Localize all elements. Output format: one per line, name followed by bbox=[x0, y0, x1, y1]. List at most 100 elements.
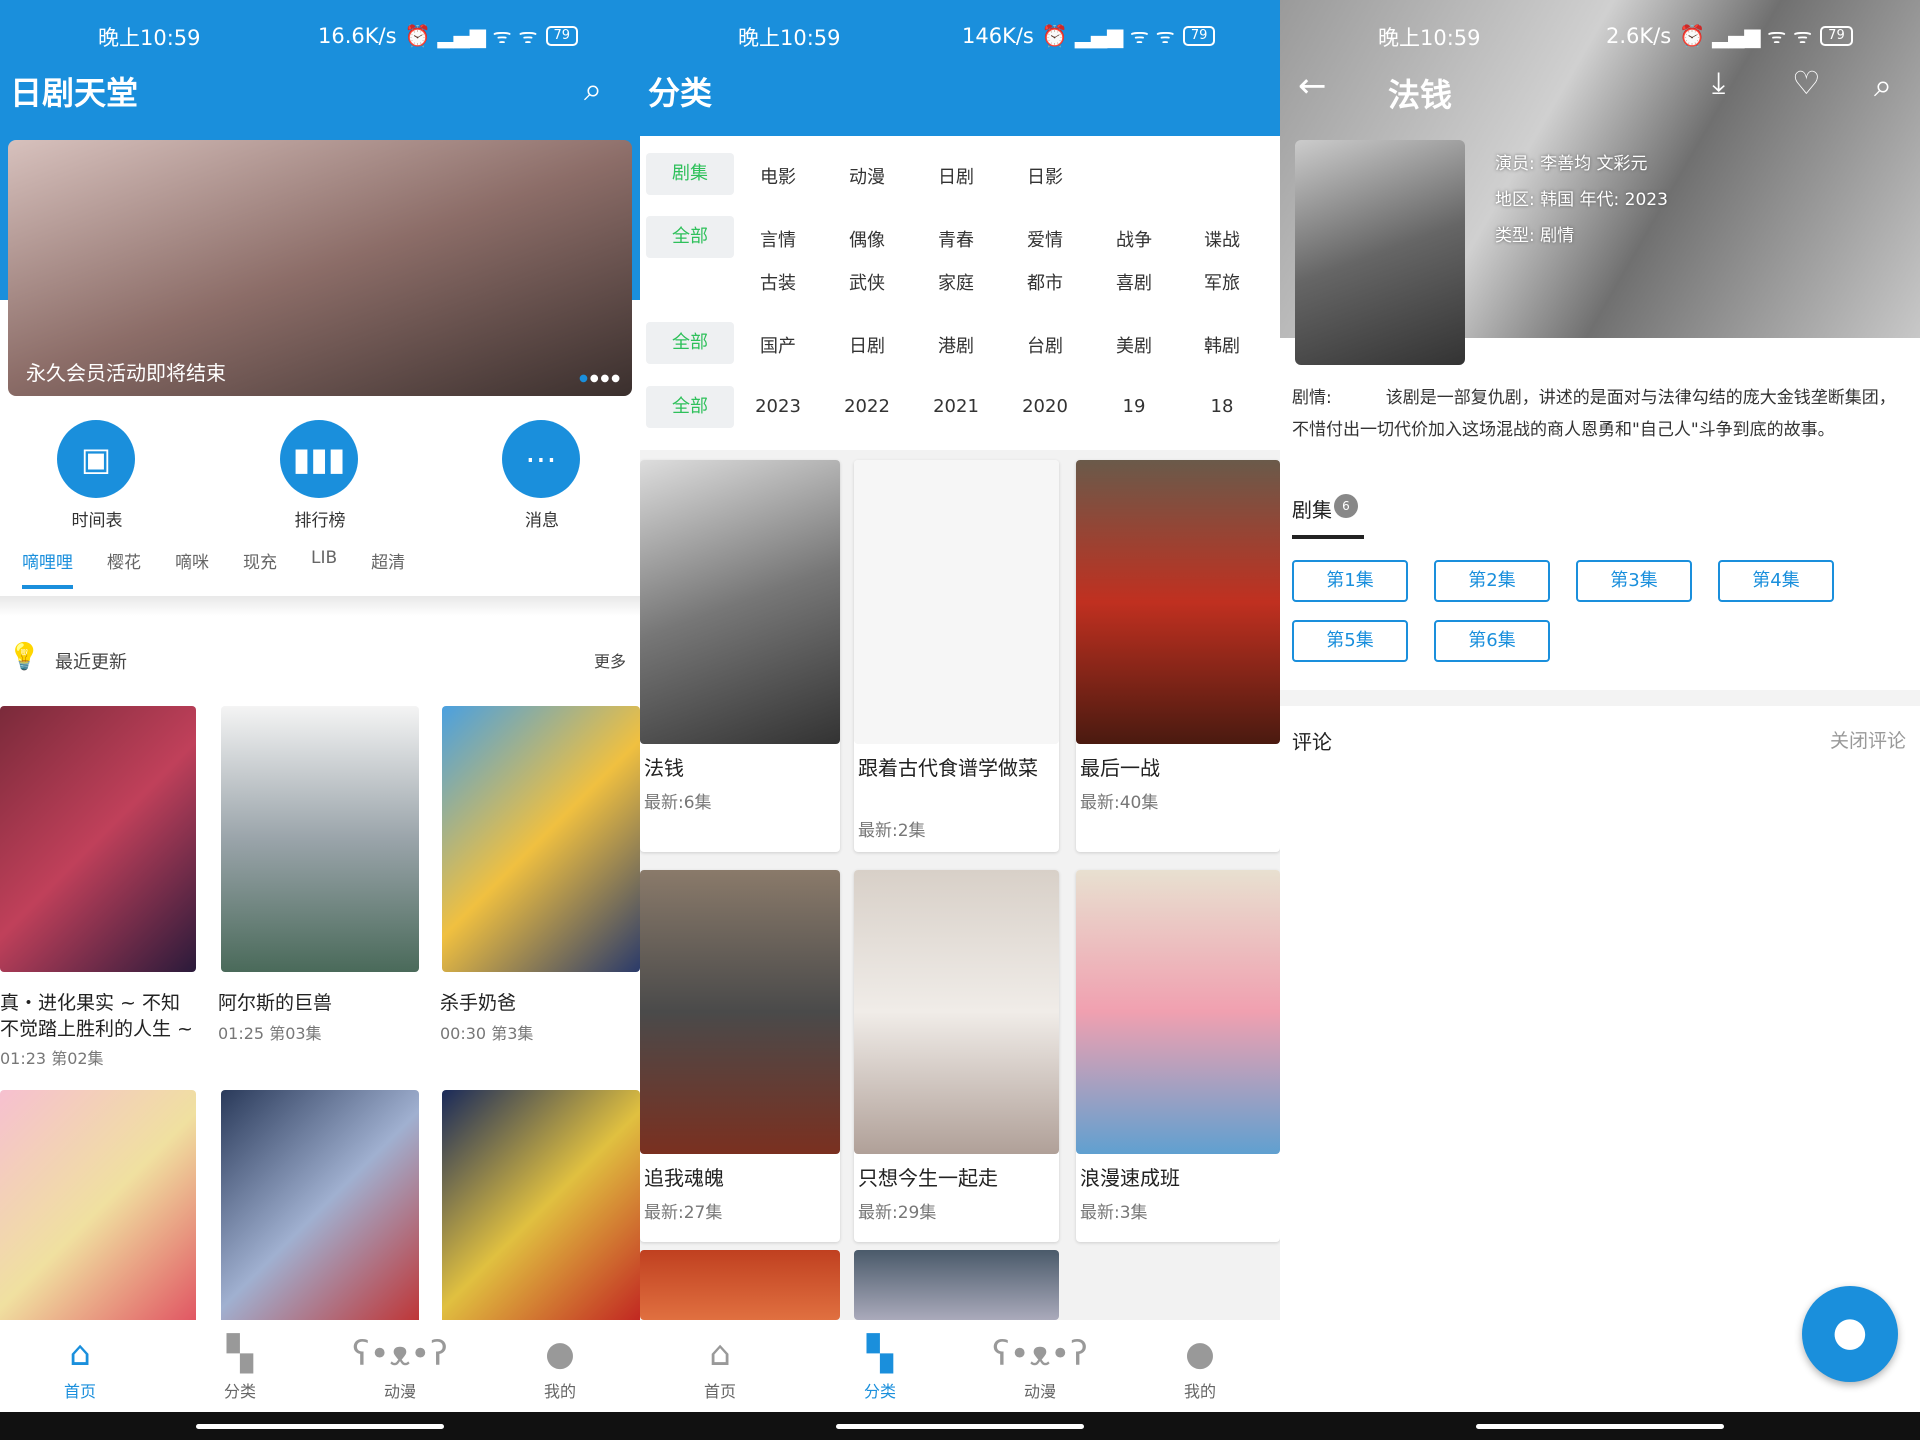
filter-chip[interactable]: 日影 bbox=[1001, 163, 1089, 189]
poster-image[interactable] bbox=[640, 1250, 840, 1320]
banner-carousel[interactable]: 永久会员活动即将结束 ●●●● bbox=[8, 140, 632, 396]
filter-chip[interactable]: 喜剧 bbox=[1090, 269, 1178, 295]
filter-chip[interactable]: 武侠 bbox=[823, 269, 911, 295]
user-icon: ● bbox=[545, 1334, 575, 1374]
item-sub: 最新:40集 bbox=[1080, 793, 1159, 813]
shortcut-messages[interactable]: ⋯ 消息 bbox=[502, 420, 582, 531]
filter-chip[interactable]: 韩剧 bbox=[1178, 332, 1266, 358]
poster-image[interactable] bbox=[221, 1090, 419, 1330]
filter-chip[interactable]: 古装 bbox=[734, 269, 822, 295]
download-icon[interactable]: ⤓ bbox=[1712, 66, 1725, 101]
filter-chip[interactable]: 动漫 bbox=[823, 163, 911, 189]
nav-mine[interactable]: ● 我的 bbox=[1120, 1320, 1280, 1412]
episode-button[interactable]: 第1集 bbox=[1292, 560, 1408, 602]
media-card[interactable]: 法钱最新:6集 bbox=[640, 460, 840, 852]
filter-chip[interactable]: 全部 bbox=[646, 322, 734, 364]
item-title[interactable]: 杀手奶爸 bbox=[440, 990, 516, 1016]
app-title: 日剧天堂 bbox=[10, 74, 139, 112]
signal-icons: ⏰ ▂▄▆ ᯤ ᯤ bbox=[1679, 24, 1813, 48]
filter-chip[interactable]: 港剧 bbox=[912, 332, 1000, 358]
filter-chip[interactable]: 2020 bbox=[1001, 396, 1089, 417]
filter-chip[interactable]: 战争 bbox=[1090, 226, 1178, 252]
filter-chip[interactable]: 18 bbox=[1178, 396, 1266, 417]
filter-chip[interactable]: 2022 bbox=[823, 396, 911, 417]
filter-chip[interactable]: 爱情 bbox=[1001, 226, 1089, 252]
episode-button[interactable]: 第3集 bbox=[1576, 560, 1692, 602]
search-icon[interactable]: ⌕ bbox=[584, 70, 602, 109]
filter-panel: 剧集 电影 动漫 日剧 日影 全部 言情 偶像 青春 爱情 战争 谍战 古装 武侠 家庭 都市 喜剧 军旅 全部 国产… bbox=[640, 136, 1280, 450]
close-comments-button[interactable]: 关闭评论 bbox=[1830, 726, 1906, 753]
poster-image[interactable] bbox=[442, 1090, 640, 1330]
tab-dimi[interactable]: 嘀咪 bbox=[175, 548, 209, 589]
shortcut-ranking[interactable]: ▮▮▮ 排行榜 bbox=[280, 420, 360, 531]
shortcut-label: 时间表 bbox=[71, 511, 123, 531]
filter-chip[interactable]: 家庭 bbox=[912, 269, 1000, 295]
filter-chip[interactable]: 谍战 bbox=[1178, 226, 1266, 252]
item-title: 最后一战 bbox=[1080, 756, 1160, 780]
tab-yinghua[interactable]: 樱花 bbox=[107, 548, 141, 589]
filter-chip[interactable]: 剧集 bbox=[646, 153, 734, 195]
tab-lib[interactable]: LIB bbox=[311, 548, 337, 589]
nav-category[interactable]: ▚ 分类 bbox=[160, 1320, 320, 1412]
media-card[interactable]: 追我魂魄 最新:27集 bbox=[640, 870, 840, 1242]
filter-chip[interactable]: 偶像 bbox=[823, 226, 911, 252]
episode-button[interactable]: 第6集 bbox=[1434, 620, 1550, 662]
more-link[interactable]: 更多 bbox=[594, 648, 626, 672]
back-arrow-icon[interactable]: ← bbox=[1298, 66, 1327, 106]
nav-anime[interactable]: ʕ•ᴥ•ʔ 动漫 bbox=[960, 1320, 1120, 1412]
filter-chip[interactable]: 台剧 bbox=[1001, 332, 1089, 358]
app-bar bbox=[640, 0, 1280, 136]
page-title: 法钱 bbox=[1388, 76, 1453, 114]
item-sub: 最新:6集 bbox=[644, 793, 712, 813]
battery-icon: 79 bbox=[1182, 26, 1216, 46]
nav-anime[interactable]: ʕ•ᴥ•ʔ 动漫 bbox=[320, 1320, 480, 1412]
episode-button[interactable]: 第2集 bbox=[1434, 560, 1550, 602]
net-speed: 146K/s bbox=[962, 24, 1034, 48]
filter-chip[interactable]: 言情 bbox=[734, 226, 822, 252]
poster-image[interactable] bbox=[854, 1250, 1059, 1320]
nav-label: 分类 bbox=[223, 1382, 256, 1401]
episode-button[interactable]: 第4集 bbox=[1718, 560, 1834, 602]
poster-image[interactable] bbox=[442, 706, 640, 972]
filter-chip[interactable]: 都市 bbox=[1001, 269, 1089, 295]
heart-icon[interactable]: ♡ bbox=[1792, 64, 1821, 102]
episode-button[interactable]: 第5集 bbox=[1292, 620, 1408, 662]
filter-chip[interactable]: 全部 bbox=[646, 216, 734, 258]
filter-chip[interactable]: 全部 bbox=[646, 386, 734, 428]
item-title[interactable]: 真・进化果实 ~ 不知不觉踏上胜利的人生 ~ bbox=[0, 990, 196, 1042]
filter-chip[interactable]: 2021 bbox=[912, 396, 1000, 417]
tab-xianchong[interactable]: 现充 bbox=[243, 548, 277, 589]
comment-fab-button[interactable]: ● bbox=[1802, 1286, 1898, 1382]
tab-episodes[interactable]: 剧集 6 bbox=[1292, 494, 1364, 539]
poster-image[interactable] bbox=[0, 1090, 196, 1330]
nav-label: 我的 bbox=[1183, 1382, 1216, 1401]
item-title: 法钱 bbox=[644, 756, 684, 780]
shortcut-schedule[interactable]: ▣ 时间表 bbox=[57, 420, 137, 531]
bottom-nav: ⌂ 首页 ▚ 分类 ʕ•ᴥ•ʔ 动漫 ● 我的 bbox=[640, 1320, 1280, 1412]
filter-chip[interactable]: 青春 bbox=[912, 226, 1000, 252]
media-card[interactable]: 跟着古代食谱学做菜 最新:2集 bbox=[854, 460, 1059, 852]
nav-home[interactable]: ⌂ 首页 bbox=[0, 1320, 160, 1412]
tab-chaoqing[interactable]: 超清 bbox=[371, 548, 405, 589]
nav-category[interactable]: ▚ 分类 bbox=[800, 1320, 960, 1412]
filter-chip[interactable]: 日剧 bbox=[912, 163, 1000, 189]
carousel-dots[interactable]: ●●●● bbox=[579, 373, 622, 384]
filter-chip[interactable]: 电影 bbox=[734, 163, 822, 189]
poster-image[interactable] bbox=[0, 706, 196, 972]
filter-chip[interactable]: 19 bbox=[1090, 396, 1178, 417]
filter-chip[interactable]: 美剧 bbox=[1090, 332, 1178, 358]
search-icon[interactable]: ⌕ bbox=[1874, 66, 1892, 105]
poster-image[interactable] bbox=[221, 706, 419, 972]
tab-dilili[interactable]: 嘀哩哩 bbox=[22, 548, 73, 589]
nav-home[interactable]: ⌂ 首页 bbox=[640, 1320, 800, 1412]
filter-chip[interactable]: 军旅 bbox=[1178, 269, 1266, 295]
filter-chip[interactable]: 2023 bbox=[734, 396, 822, 417]
filter-chip[interactable]: 日剧 bbox=[823, 332, 911, 358]
media-card[interactable]: 浪漫速成班 最新:3集 bbox=[1076, 870, 1280, 1242]
media-card[interactable]: 最后一战最新:40集 bbox=[1076, 460, 1280, 852]
divider bbox=[0, 596, 640, 616]
item-title[interactable]: 阿尔斯的巨兽 bbox=[218, 990, 332, 1016]
media-card[interactable]: 只想今生一起走 最新:29集 bbox=[854, 870, 1059, 1242]
nav-mine[interactable]: ● 我的 bbox=[480, 1320, 640, 1412]
filter-chip[interactable]: 国产 bbox=[734, 332, 822, 358]
